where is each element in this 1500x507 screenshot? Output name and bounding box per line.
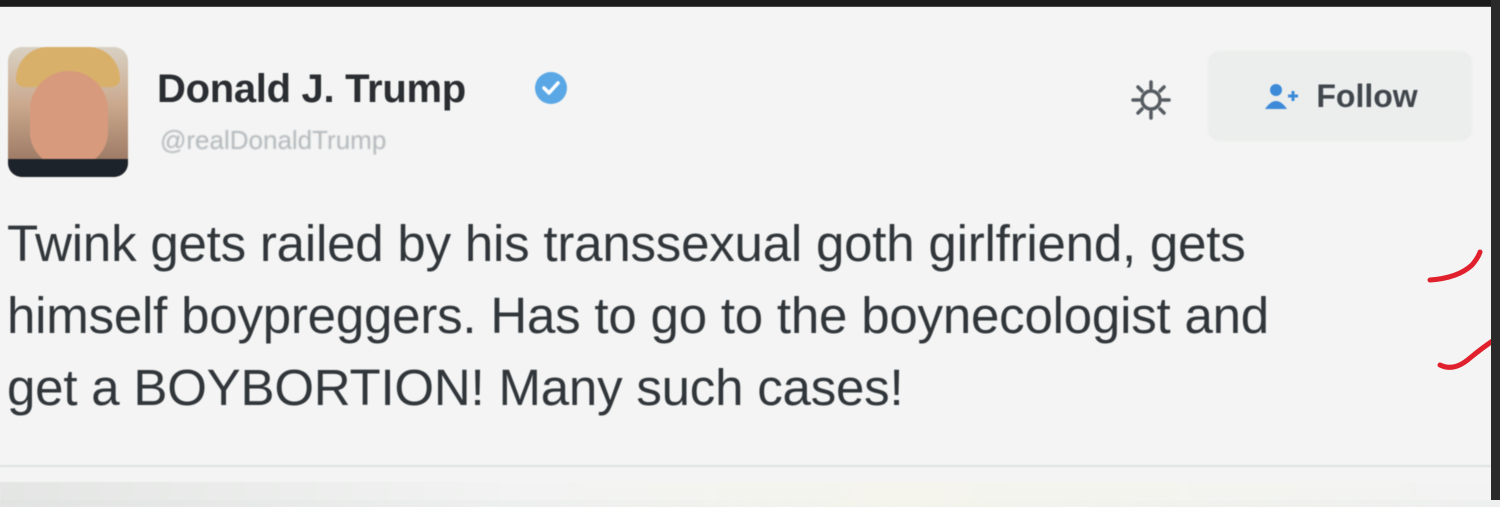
tweet-text-line: get a BOYBORTION! Many such cases! xyxy=(7,359,904,416)
red-hand-drawn-mark xyxy=(1427,249,1497,370)
avatar-face xyxy=(30,71,108,167)
avatar-suit xyxy=(8,159,128,177)
tweet-text-line: Twink gets railed by his transsexual got… xyxy=(7,215,1246,272)
gear-icon[interactable] xyxy=(1129,78,1173,122)
follow-label: Follow xyxy=(1316,77,1418,114)
author-name[interactable]: Donald J. Trump xyxy=(157,67,466,112)
verified-badge-icon xyxy=(535,72,567,104)
avatar[interactable] xyxy=(8,47,128,177)
author-handle[interactable]: @realDonaldTrump xyxy=(160,125,386,156)
cropped-footer xyxy=(0,482,1491,507)
window-top-border xyxy=(0,0,1500,7)
tweet-card: Donald J. Trump @realDonaldTrump Follow … xyxy=(0,7,1491,507)
window-right-border xyxy=(1491,0,1500,500)
tweet-text: Twink gets railed by his transsexual got… xyxy=(7,208,1487,424)
follow-button[interactable]: Follow xyxy=(1210,53,1470,139)
divider xyxy=(0,465,1491,467)
tweet-text-line: himself boypreggers. Has to go to the bo… xyxy=(7,287,1269,344)
add-person-icon xyxy=(1265,84,1299,109)
